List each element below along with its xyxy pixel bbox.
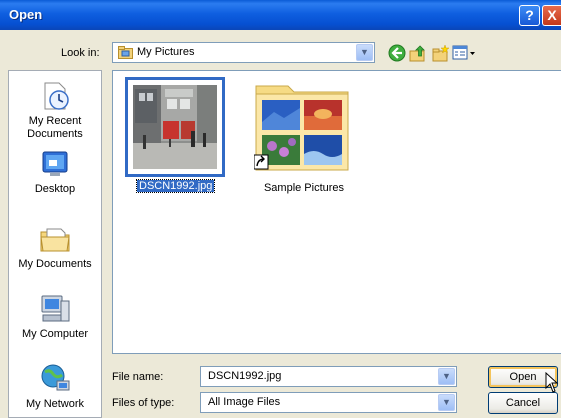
file-name-label[interactable]: Sample Pictures <box>255 182 353 194</box>
place-label: My Documents <box>18 258 92 270</box>
my-computer-icon <box>41 295 70 322</box>
file-type-label-text: Files of type: <box>112 397 175 409</box>
file-item-dscn1992[interactable] <box>125 77 225 177</box>
recent-documents-icon <box>44 82 69 110</box>
look-in-combo[interactable]: My Pictures ▼ <box>112 42 375 63</box>
file-type-value: All Image Files <box>208 396 281 408</box>
file-name-input[interactable]: DSCN1992.jpg ▼ <box>200 366 457 387</box>
mouse-cursor-icon <box>545 372 559 393</box>
place-desktop[interactable]: Desktop <box>9 148 101 196</box>
close-button[interactable]: X <box>542 5 561 26</box>
views-menu-icon[interactable] <box>452 44 476 62</box>
window-title: Open <box>9 7 43 22</box>
sample-pictures-folder-icon[interactable] <box>254 80 350 172</box>
new-folder-icon[interactable] <box>432 44 450 62</box>
place-label: My Network <box>25 398 85 410</box>
file-name-label[interactable]: DSCN1992.jpg <box>135 179 216 193</box>
my-documents-icon <box>40 228 70 252</box>
open-dialog: Open ? X Look in: My Pictures ▼ My Recen… <box>0 0 561 418</box>
cancel-button[interactable]: Cancel <box>488 392 558 414</box>
place-label: My Recent Documents <box>27 115 83 140</box>
chevron-down-icon[interactable]: ▼ <box>438 394 455 411</box>
place-my-computer[interactable]: My Computer <box>9 293 101 341</box>
chevron-down-icon[interactable]: ▼ <box>438 368 455 385</box>
chevron-down-icon[interactable]: ▼ <box>356 44 373 61</box>
file-name-label-text: File name: <box>112 371 164 383</box>
places-bar: My Recent Documents Desktop My Documents <box>8 70 102 418</box>
place-my-documents[interactable]: My Documents <box>9 223 101 271</box>
help-button[interactable]: ? <box>519 5 540 26</box>
title-bar[interactable]: Open ? X <box>0 0 561 30</box>
pictures-folder-icon <box>118 46 133 59</box>
file-list-view[interactable]: DSCN1992.jpg Sample Pictures <box>112 70 561 354</box>
file-type-combo[interactable]: All Image Files ▼ <box>200 392 457 413</box>
desktop-icon <box>42 151 68 176</box>
place-my-recent-documents[interactable]: My Recent Documents <box>9 80 101 141</box>
look-in-label: Look in: <box>61 47 100 59</box>
back-icon[interactable] <box>388 44 406 62</box>
place-my-network[interactable]: My Network <box>9 363 101 411</box>
up-folder-icon[interactable] <box>409 44 427 62</box>
look-in-value: My Pictures <box>137 46 195 58</box>
my-network-icon <box>41 364 70 391</box>
place-label: Desktop <box>34 183 76 195</box>
place-label: My Computer <box>21 328 89 340</box>
photo-thumbnail-image <box>133 85 217 169</box>
file-name-value: DSCN1992.jpg <box>208 370 282 382</box>
